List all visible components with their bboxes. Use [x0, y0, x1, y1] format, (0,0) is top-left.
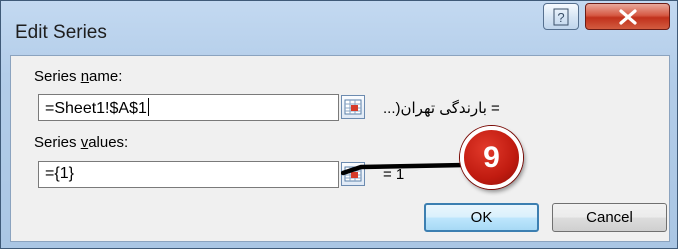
cancel-button[interactable]: Cancel — [552, 203, 667, 232]
series-name-preview: = بارندگی تهران(... — [383, 100, 500, 117]
series-values-label: Series values: — [34, 134, 129, 151]
svg-text:?: ? — [557, 10, 564, 25]
close-button[interactable] — [585, 3, 670, 30]
dialog-title: Edit Series — [15, 22, 107, 43]
series-name-input[interactable]: =Sheet1!$A$1 — [38, 94, 339, 121]
series-values-input[interactable]: ={1} — [38, 161, 339, 188]
ok-button[interactable]: OK — [424, 203, 539, 232]
series-name-label: Series name: — [34, 68, 123, 85]
close-icon — [618, 8, 637, 25]
annotation-pointer — [341, 162, 468, 176]
help-icon: ? — [553, 8, 569, 25]
range-select-icon — [344, 99, 362, 115]
series-name-range-button[interactable] — [341, 95, 365, 119]
help-button[interactable]: ? — [543, 3, 579, 30]
step-badge: 9 — [460, 126, 523, 189]
edit-series-dialog: Edit Series ? Series name: =Sheet1!$A$1 … — [0, 0, 678, 249]
text-caret — [147, 98, 149, 116]
